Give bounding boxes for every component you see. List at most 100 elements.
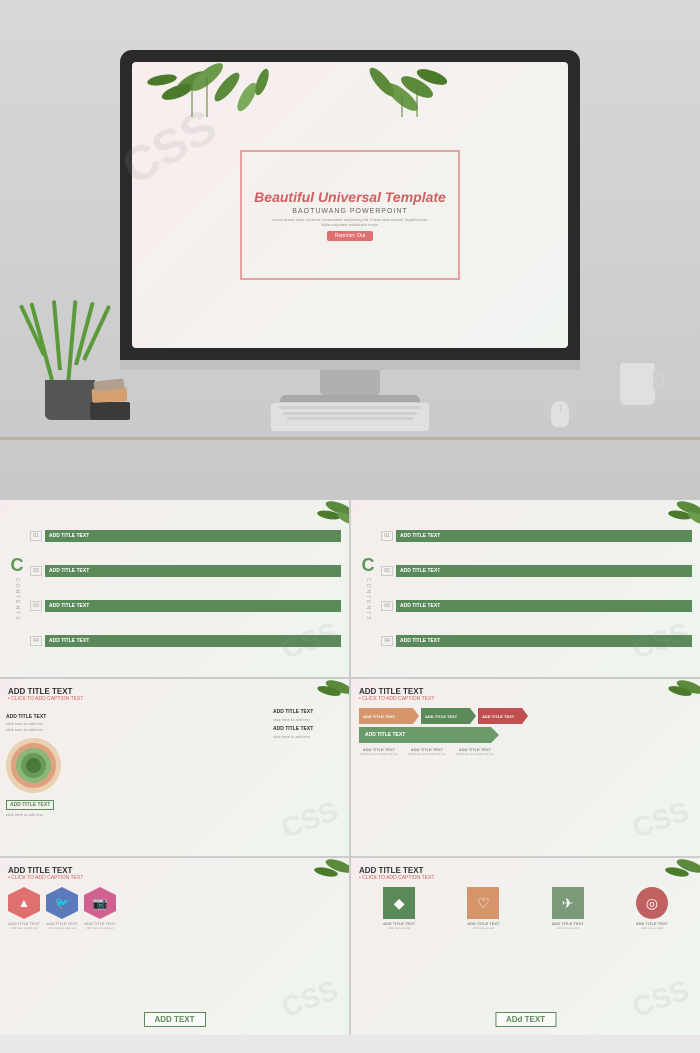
- content-row-2-1: 01 ADD TITLE TEXT: [381, 530, 692, 542]
- content-bar-text-2: ADD TITLE TEXT: [49, 568, 89, 574]
- slide6-leaves: [655, 858, 700, 893]
- contents-label: CONTENTS: [14, 578, 20, 622]
- content-bar-text-1: ADD TITLE TEXT: [49, 533, 89, 539]
- slide-pink-border: Beautiful Universal Template BAOTUWANG P…: [240, 150, 460, 280]
- slides-grid: C CONTENTS 01 ADD TITLE TEXT 02 ADD TITL…: [0, 500, 700, 1035]
- arrow-main: ADD TITLE TEXT: [359, 727, 499, 743]
- content-num-2-1: 01: [381, 531, 393, 541]
- grid-watermark-5: CSS: [278, 974, 343, 1024]
- hex-item-1: ▲ ADD TITLE TEXT click here to add text: [8, 887, 40, 930]
- slide3-add-title: ADD TITLE TEXT: [6, 800, 54, 810]
- monitor-section: CSS: [0, 0, 700, 500]
- arrow-bottom: ADD TITLE TEXT additional text additiona…: [359, 747, 692, 756]
- slide4-subtitle: • CLICK TO ADD CAPTION TEXT: [359, 696, 692, 702]
- slide-thumb-1: C CONTENTS 01 ADD TITLE TEXT 02 ADD TITL…: [0, 500, 349, 677]
- icon-box-2: ♡ ADD TITLE TEXT click here to add: [443, 887, 523, 930]
- slide1-leaves: [304, 500, 349, 535]
- contents-c-2: C: [362, 555, 375, 576]
- slide4-leaves: [655, 679, 700, 714]
- monitor-stand-neck: [320, 370, 380, 395]
- slide6-subtitle: • CLICK TO ADD CAPTION TEXT: [359, 875, 692, 881]
- content-num-1: 01: [30, 531, 42, 541]
- contents-list-2: 01 ADD TITLE TEXT 02 ADD TITLE TEXT 03 A…: [381, 508, 692, 669]
- icon-box-3: ✈ ADD TITLE TEXT click here to add: [528, 887, 608, 930]
- grid-watermark-3: CSS: [278, 795, 343, 845]
- hex-icon-1: ▲: [8, 887, 40, 919]
- main-slide: Beautiful Universal Template BAOTUWANG P…: [132, 62, 568, 348]
- arrow-row-1: ADD TITLE TEXT ADD TITLE TEXT ADD TITLE …: [359, 708, 692, 724]
- content-row-3: 03 ADD TITLE TEXT: [30, 600, 341, 612]
- leaves-decoration: [132, 62, 568, 117]
- content-bar-4: ADD TITLE TEXT: [45, 635, 341, 647]
- icon-box-1: ◆ ADD TITLE TEXT click here to add: [359, 887, 439, 930]
- content-row-1: 01 ADD TITLE TEXT: [30, 530, 341, 542]
- slide2-leaves: [655, 500, 700, 535]
- slide-thumb-6: ADD TITLE TEXT • CLICK TO ADD CAPTION TE…: [351, 858, 700, 1035]
- mug: [620, 355, 665, 405]
- icon-rocket: ✈: [552, 887, 584, 919]
- content-bar-3: ADD TITLE TEXT: [45, 600, 341, 612]
- content-bar-2: ADD TITLE TEXT: [45, 565, 341, 577]
- content-bar-2-4: ADD TITLE TEXT: [396, 635, 692, 647]
- content-row-2-3: 03 ADD TITLE TEXT: [381, 600, 692, 612]
- arrow-1: ADD TITLE TEXT: [359, 708, 419, 724]
- contents-c: C: [11, 555, 24, 576]
- monitor-body: Beautiful Universal Template BAOTUWANG P…: [120, 50, 580, 360]
- content-bar-2-2: ADD TITLE TEXT: [396, 565, 692, 577]
- content-num-2-4: 04: [381, 636, 393, 646]
- content-num-2-2: 02: [381, 566, 393, 576]
- contents-list: 01 ADD TITLE TEXT 02 ADD TITLE TEXT 03 A…: [30, 508, 341, 669]
- monitor-stand-top: [120, 360, 580, 370]
- add-text-banner-5: ADD TEXT: [144, 1012, 206, 1027]
- content-num-2-3: 03: [381, 601, 393, 611]
- slide3-leaves: [304, 679, 349, 714]
- icon-boxes-grid: ◆ ADD TITLE TEXT click here to add ♡ ADD…: [359, 887, 692, 930]
- slide3-subtitle: • CLICK TO ADD CAPTION TEXT: [8, 696, 341, 702]
- slide5-subtitle: • CLICK TO ADD CAPTION TEXT: [8, 875, 341, 881]
- contents-label-2: CONTENTS: [365, 578, 371, 622]
- slide-subtitle: BAOTUWANG POWERPOINT: [292, 208, 407, 215]
- contents-sidebar-2: C CONTENTS: [359, 508, 377, 669]
- slide-thumb-2: C CONTENTS 01 ADD TITLE TEXT 02 ADD TITL…: [351, 500, 700, 677]
- grid-watermark-6: CSS: [629, 974, 694, 1024]
- hex-icons-row: ▲ ADD TITLE TEXT click here to add text …: [8, 887, 341, 930]
- slide4-title: ADD TITLE TEXT: [359, 687, 692, 696]
- icon-box-4: ◎ ADD TITLE TEXT click here to add: [612, 887, 692, 930]
- grid-watermark-4: CSS: [629, 795, 694, 845]
- contents-sidebar: C CONTENTS: [8, 508, 26, 669]
- content-row-4: 04 ADD TITLE TEXT: [30, 635, 341, 647]
- keyboard: [270, 402, 430, 432]
- content-row-2-2: 02 ADD TITLE TEXT: [381, 565, 692, 577]
- content-num-4: 04: [30, 636, 42, 646]
- content-bar-2-3: ADD TITLE TEXT: [396, 600, 692, 612]
- slide-main-title: Beautiful Universal Template: [254, 189, 446, 205]
- content-num-2: 02: [30, 566, 42, 576]
- slide5-title: ADD TITLE TEXT: [8, 866, 341, 875]
- slide-thumb-5: ADD TITLE TEXT • CLICK TO ADD CAPTION TE…: [0, 858, 349, 1035]
- slide3-title: ADD TITLE TEXT: [8, 687, 341, 696]
- slide5-leaves: [304, 858, 349, 893]
- mouse: [550, 400, 570, 428]
- hex-item-3: 📷 ADD TITLE TEXT click here to add text: [84, 887, 116, 930]
- monitor: Beautiful Universal Template BAOTUWANG P…: [120, 50, 580, 410]
- content-bar-text-4: ADD TITLE TEXT: [49, 638, 89, 644]
- desk-surface: [0, 437, 700, 440]
- hex-item-2: 🐦 ADD TITLE TEXT click here to add text: [46, 887, 78, 930]
- monitor-screen: Beautiful Universal Template BAOTUWANG P…: [132, 62, 568, 348]
- slide3-left-sub: click here to add text: [6, 721, 64, 726]
- content-bar-text-3: ADD TITLE TEXT: [49, 603, 89, 609]
- hex-icon-2: 🐦: [46, 887, 78, 919]
- content-row-2: 02 ADD TITLE TEXT: [30, 565, 341, 577]
- content-num-3: 03: [30, 601, 42, 611]
- add-text-banner-6: ADd TEXT: [495, 1012, 556, 1027]
- arrow-2: ADD TITLE TEXT: [421, 708, 476, 724]
- content-row-2-4: 04 ADD TITLE TEXT: [381, 635, 692, 647]
- slide-button: Reporter: Out: [327, 231, 373, 241]
- slide3-left: ADD TITLE TEXT click here to add text cl…: [6, 714, 64, 817]
- content-bar-1: ADD TITLE TEXT: [45, 530, 341, 542]
- slide-thumb-4: ADD TITLE TEXT • CLICK TO ADD CAPTION TE…: [351, 679, 700, 856]
- icon-trophy: ♡: [467, 887, 499, 919]
- circle-diagram: [6, 738, 61, 793]
- slide6-title: ADD TITLE TEXT: [359, 866, 692, 875]
- icon-diamond: ◆: [383, 887, 415, 919]
